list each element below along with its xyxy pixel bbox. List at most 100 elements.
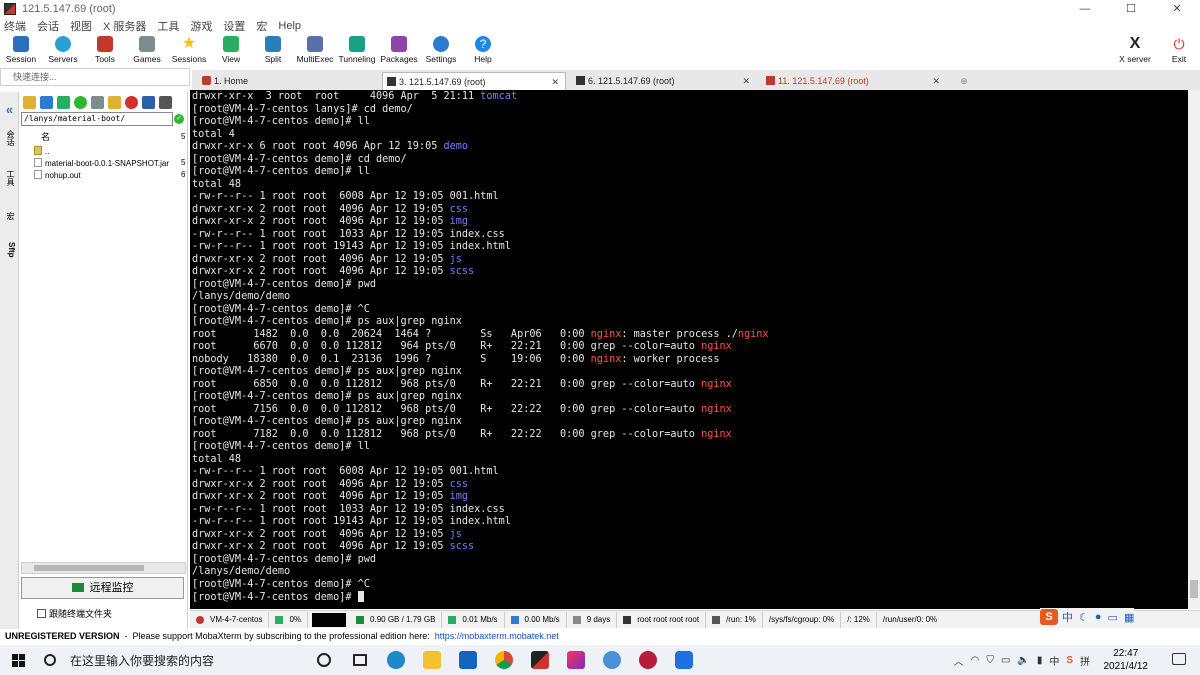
menu-macros[interactable]: 宏 [256,18,267,34]
scrollbar-thumb[interactable] [34,565,144,571]
remote-monitor-button[interactable]: 远程监控 [21,577,184,599]
terminal-line: -rw-r--r-- 1 root root 19143 Apr 12 19:0… [192,516,1188,529]
delete-icon[interactable] [125,96,138,109]
menu-sessions[interactable]: 会话 [37,18,59,34]
terminal-output[interactable]: drwxr-xr-x 3 root root 4096 Apr 5 21:11 … [190,90,1188,609]
tunneling-button[interactable]: Tunneling [336,34,378,68]
media-app[interactable] [630,645,666,675]
terminal-highlight: demo [443,141,469,152]
ime-pinyin-label[interactable]: 拼 [1080,653,1090,668]
sessions-button[interactable]: ★ Sessions [168,34,210,68]
chrome-app[interactable] [486,645,522,675]
minimize-button[interactable]: — [1062,0,1108,18]
column-header-size[interactable]: 5 [181,132,185,141]
moon-icon[interactable]: ☾ [1079,611,1089,624]
show-hidden-icon[interactable]: ︿ [954,653,964,668]
taskbar-search[interactable]: 在这里输入你要搜索的内容 [36,646,306,674]
wifi-icon[interactable]: ◠ [971,655,980,666]
sftp-path-input[interactable]: /lanys/material-boot/ [21,112,173,126]
file-row[interactable]: .. [34,146,49,156]
menu-terminal[interactable]: 终端 [4,18,26,34]
upload-icon[interactable] [57,96,70,109]
refresh-icon[interactable] [74,96,87,109]
keyboard-icon[interactable]: ▭ [1108,611,1118,624]
terminal-text: [root@VM-4-7-centos demo]# pwd [192,278,377,290]
sogou-tray-icon[interactable]: S [1066,655,1073,666]
rename-icon[interactable] [142,96,155,109]
volume-icon[interactable]: 🔈 [1017,655,1029,666]
users-icon [623,615,632,624]
folder-up-icon[interactable] [23,96,36,109]
explorer-app[interactable] [414,645,450,675]
servers-button[interactable]: Servers [42,34,84,68]
view-button[interactable]: View [210,34,252,68]
close-tab-icon[interactable]: ✕ [932,72,940,90]
packages-button[interactable]: Packages [378,34,420,68]
taskbar-clock[interactable]: 22:47 2021/4/12 [1104,647,1149,673]
subscribe-link[interactable]: https://mobaxterm.mobatek.net [435,631,559,641]
exit-button[interactable]: ⏻ Exit [1158,34,1200,64]
vtab-sessions[interactable]: 会话 [3,130,16,146]
jetbrains-app[interactable] [558,645,594,675]
collapse-sidebar-icon[interactable]: « [3,102,16,117]
monitor-icon[interactable]: ▭ [1001,655,1010,666]
vtab-tools[interactable]: 工具 [3,170,16,186]
microphone-icon[interactable]: ● [1095,611,1102,623]
shield-icon[interactable]: ⛉ [986,655,994,666]
menu-help[interactable]: Help [278,20,301,32]
download-icon[interactable] [40,96,53,109]
properties-icon[interactable] [159,96,172,109]
mail-app[interactable] [450,645,486,675]
battery-icon[interactable]: ▮ [1037,655,1043,666]
close-tab-icon[interactable]: ✕ [551,73,559,91]
sidebar-hscrollbar[interactable] [21,562,186,574]
menu-games[interactable]: 游戏 [190,18,212,34]
close-tab-icon[interactable]: ✕ [742,72,750,90]
notes-app[interactable] [666,645,702,675]
split-button[interactable]: Split [252,34,294,68]
start-button[interactable] [0,645,36,675]
close-window-button[interactable]: ✕ [1154,0,1200,18]
scrollbar-thumb[interactable] [1190,580,1198,598]
network-app[interactable] [594,645,630,675]
tab-home[interactable]: 1. Home [198,72,378,90]
vtab-macros[interactable]: 宏 [3,212,16,220]
new-folder-icon[interactable] [108,96,121,109]
maximize-button[interactable]: ☐ [1108,0,1154,18]
file-row[interactable]: nohup.out [34,170,81,180]
new-file-icon[interactable] [91,96,104,109]
cortana-button[interactable] [306,645,342,675]
menu-tools[interactable]: 工具 [157,18,179,34]
terminal-line: /lanys/demo/demo [192,566,1188,579]
multiexec-button[interactable]: MultiExec [294,34,336,68]
task-view-button[interactable] [342,645,378,675]
follow-terminal-checkbox[interactable]: 跟随终端文件夹 [37,607,112,620]
windows-logo-icon [11,653,25,667]
file-row[interactable]: material-boot-0.0.1-SNAPSHOT.jar [34,158,169,168]
column-header-name[interactable]: 名 [41,130,50,143]
path-ok-icon[interactable]: ✓ [174,114,184,124]
menu-xserver[interactable]: X 服务器 [103,18,146,34]
notifications-icon[interactable] [1172,653,1186,665]
mobaxterm-app[interactable] [522,645,558,675]
quick-connect-input[interactable]: 快速连接... [0,68,190,86]
session-button[interactable]: Session [0,34,42,68]
games-button[interactable]: Games [126,34,168,68]
vtab-sftp[interactable]: Sftp [3,242,16,258]
terminal-scrollbar[interactable] [1188,90,1200,609]
edge-app[interactable] [378,645,414,675]
xserver-button[interactable]: XX server [1112,34,1158,65]
ime-mode-label[interactable]: 中 [1062,609,1073,625]
settings-button[interactable]: Settings [420,34,462,68]
menu-settings[interactable]: 设置 [223,18,245,34]
tab-session-3[interactable]: 3. 121.5.147.69 (root) ✕ [382,72,566,90]
menu-view[interactable]: 视图 [70,18,92,34]
new-tab-button[interactable]: ⊕ [952,72,976,90]
tab-session-6[interactable]: 6. 121.5.147.69 (root) ✕ [572,72,756,90]
ime-chinese-label[interactable]: 中 [1049,653,1059,668]
sogou-logo-icon[interactable]: S [1040,609,1058,625]
ime-menu-icon[interactable]: ▦ [1124,611,1134,624]
tools-button[interactable]: Tools [84,34,126,68]
tab-session-11[interactable]: 11. 121.5.147.69 (root) ✕ [762,72,946,90]
help-button[interactable]: ? Help [462,34,504,68]
